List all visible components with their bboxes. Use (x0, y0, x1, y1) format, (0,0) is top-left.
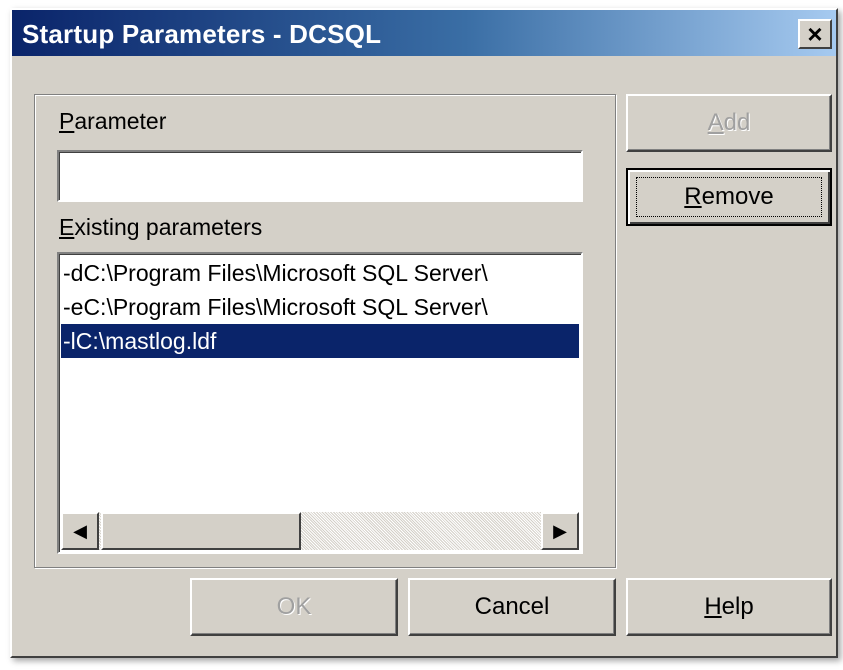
close-icon: × (807, 19, 823, 49)
existing-parameters-list[interactable]: -dC:\Program Files\Microsoft SQL Server\… (57, 252, 583, 554)
help-button[interactable]: Help (626, 578, 832, 636)
add-button[interactable]: Add (626, 94, 832, 152)
arrow-left-icon: ◀ (73, 520, 87, 541)
scrollbar-thumb[interactable] (101, 512, 301, 550)
parameter-input[interactable] (57, 150, 583, 202)
scroll-left-button[interactable]: ◀ (61, 512, 99, 550)
close-button[interactable]: × (798, 19, 832, 49)
horizontal-scrollbar[interactable]: ◀ ▶ (61, 512, 579, 550)
dialog-title: Startup Parameters - DCSQL (22, 19, 382, 49)
title-bar[interactable]: Startup Parameters - DCSQL × (12, 10, 836, 56)
list-item[interactable]: -eC:\Program Files\Microsoft SQL Server\ (61, 290, 579, 324)
ok-button[interactable]: OK (190, 578, 398, 636)
parameter-label: Parameter (59, 108, 167, 134)
existing-parameters-label: Existing parameters (59, 214, 263, 240)
list-item[interactable]: -dC:\Program Files\Microsoft SQL Server\ (61, 256, 579, 290)
remove-button[interactable]: Remove (626, 168, 832, 226)
cancel-button[interactable]: Cancel (408, 578, 616, 636)
startup-parameters-dialog: Startup Parameters - DCSQL × Parameter E… (10, 8, 838, 658)
scroll-right-button[interactable]: ▶ (541, 512, 579, 550)
arrow-right-icon: ▶ (553, 520, 567, 541)
list-item-selected[interactable]: -lC:\mastlog.ldf (61, 324, 579, 358)
